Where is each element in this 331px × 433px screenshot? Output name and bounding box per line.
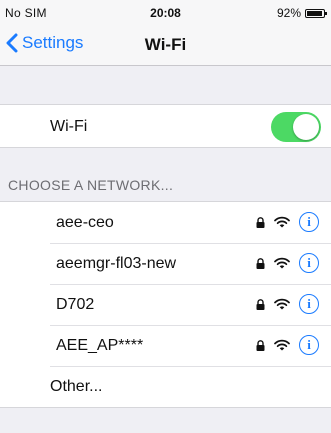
wifi-label: Wi-Fi: [50, 118, 88, 135]
info-icon[interactable]: i: [299, 294, 319, 314]
info-icon[interactable]: i: [299, 212, 319, 232]
network-row[interactable]: aeemgr-fl03-new i: [0, 243, 331, 284]
info-icon[interactable]: i: [299, 335, 319, 355]
battery-status: 92%: [276, 6, 327, 20]
lock-icon: [256, 216, 265, 228]
wifi-settings-screen: No SIM 20:08 92% Settings Wi-Fi Wi-Fi CH…: [0, 0, 331, 433]
lock-icon: [256, 257, 265, 269]
network-name: AEE_AP****: [56, 337, 144, 354]
network-name: aee-ceo: [56, 214, 114, 231]
section-header: CHOOSE A NETWORK...: [0, 170, 331, 200]
wifi-toggle[interactable]: [271, 112, 321, 142]
info-icon[interactable]: i: [299, 253, 319, 273]
wifi-icon: [274, 298, 290, 310]
wifi-icon: [274, 339, 290, 351]
network-name: aeemgr-fl03-new: [56, 255, 177, 272]
lock-icon: [256, 339, 265, 351]
lock-icon: [256, 298, 265, 310]
wifi-icon: [274, 257, 290, 269]
network-name: D702: [56, 296, 95, 313]
toggle-knob: [293, 114, 319, 140]
network-row[interactable]: D702 i: [0, 284, 331, 325]
wifi-icon: [274, 216, 290, 228]
choose-network-header: CHOOSE A NETWORK...: [8, 177, 174, 193]
other-network-row[interactable]: Other...: [0, 366, 331, 407]
navigation-bar: Settings Wi-Fi: [0, 24, 331, 66]
network-row[interactable]: AEE_AP**** i: [0, 325, 331, 366]
wifi-toggle-row: Wi-Fi: [0, 104, 331, 148]
page-title: Wi-Fi: [144, 35, 187, 54]
network-row[interactable]: aee-ceo i: [0, 202, 331, 243]
status-bar: No SIM 20:08 92%: [0, 0, 331, 24]
battery-icon: [305, 8, 327, 18]
battery-percent: 92%: [276, 6, 301, 20]
network-list: aee-ceo i aeemgr-fl03-new i D702 i AEE_A…: [0, 201, 331, 408]
other-network-label: Other...: [50, 378, 103, 395]
battery-fill: [307, 10, 322, 16]
